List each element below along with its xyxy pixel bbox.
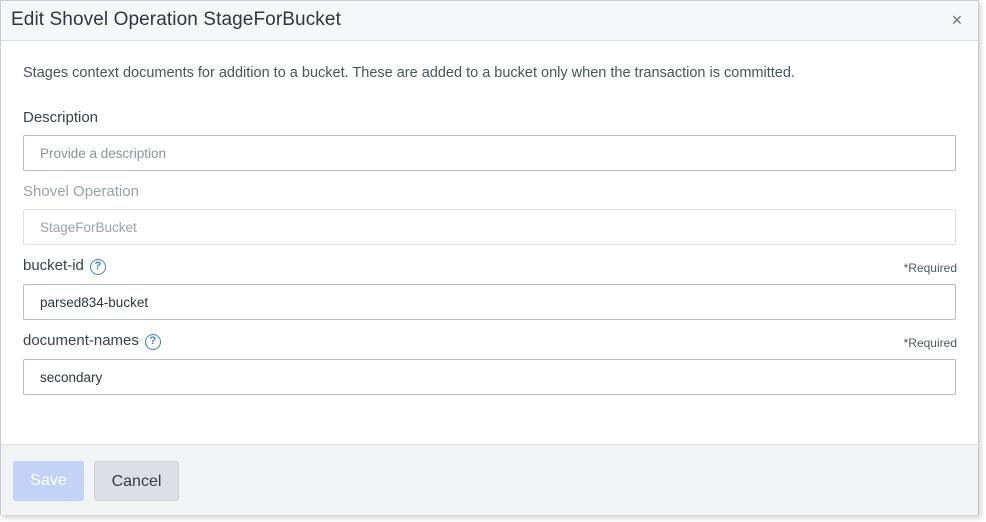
operation-description-text: Stages context documents for addition to… <box>23 65 795 81</box>
shovel-operation-input <box>23 209 956 245</box>
help-icon[interactable]: ? <box>144 334 161 350</box>
help-icon[interactable]: ? <box>89 259 106 275</box>
dialog-header: Edit Shovel Operation StageForBucket × <box>1 1 978 41</box>
document-names-label-text: document-names <box>23 332 139 349</box>
document-names-label: document-names? <box>23 332 161 350</box>
document-names-input[interactable] <box>23 359 956 395</box>
dialog-title: Edit Shovel Operation StageForBucket <box>11 9 341 30</box>
description-input[interactable] <box>23 135 956 171</box>
description-label: Description <box>23 109 99 126</box>
bucket-id-label-text: bucket-id <box>23 257 84 274</box>
cancel-button[interactable]: Cancel <box>94 461 179 501</box>
edit-shovel-operation-dialog: Edit Shovel Operation StageForBucket × S… <box>0 0 979 515</box>
bucket-id-input[interactable] <box>23 284 956 320</box>
document-names-required-note: *Required <box>903 336 957 350</box>
shovel-operation-label: Shovel Operation <box>23 183 139 200</box>
save-button[interactable]: Save <box>13 461 84 501</box>
bucket-id-required-note: *Required <box>903 261 957 275</box>
dialog-footer: Save Cancel <box>1 444 978 515</box>
bucket-id-label: bucket-id? <box>23 257 106 275</box>
close-icon[interactable]: × <box>948 10 966 30</box>
